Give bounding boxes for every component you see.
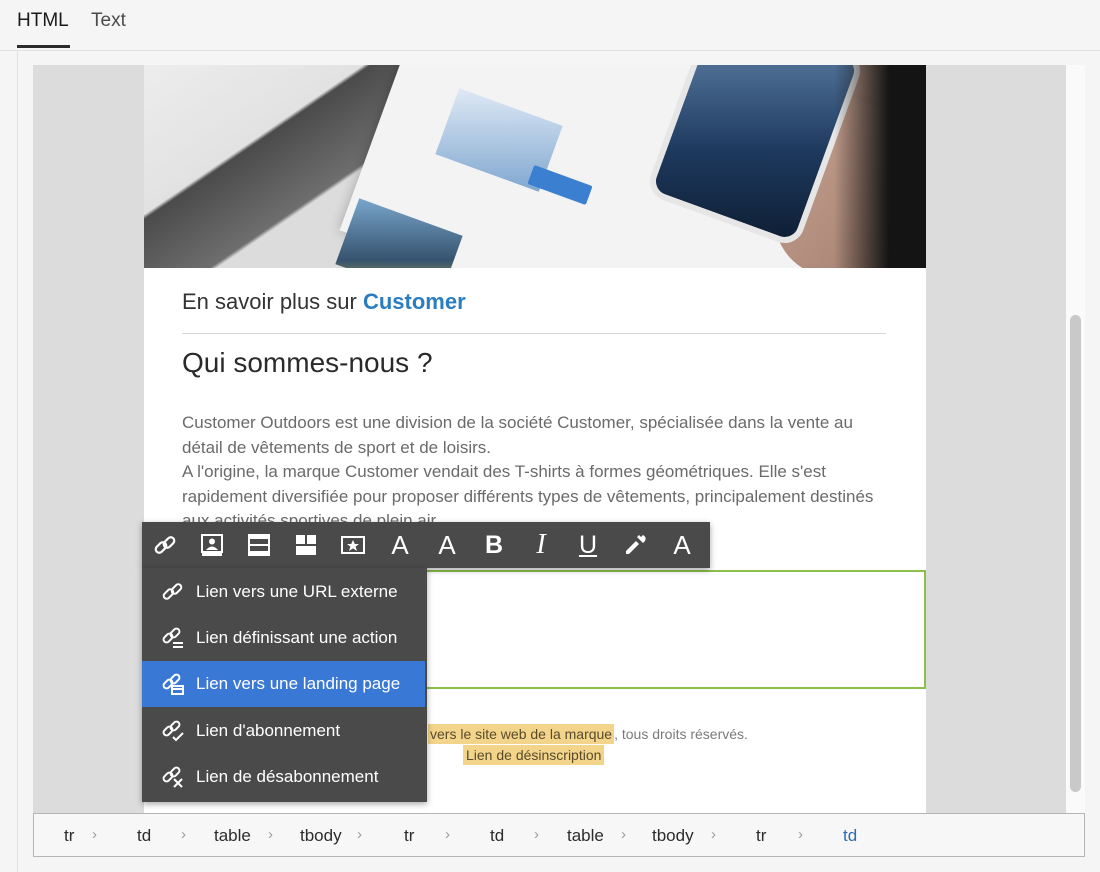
menu-item-label: Lien de désabonnement <box>196 767 379 786</box>
footer-rights: , tous droits réservés. <box>614 726 748 742</box>
scrollbar-thumb[interactable] <box>1070 315 1081 792</box>
learn-more-prefix: En savoir plus sur <box>182 289 363 314</box>
eyedropper-icon[interactable] <box>612 522 658 568</box>
chevron-right-icon: › <box>445 826 450 843</box>
hero-image[interactable] <box>144 65 926 268</box>
menu-item-label: Lien vers une landing page <box>196 674 401 693</box>
breadcrumb-item-td-current[interactable]: td <box>843 826 857 846</box>
editor-tabs: HTML Text <box>0 0 1100 51</box>
footer-unsubscribe-link[interactable]: Lien de désinscription <box>463 745 605 765</box>
link-external-icon <box>160 579 186 605</box>
embedded-image-icon[interactable] <box>330 522 376 568</box>
brand-name: Customer <box>362 289 466 314</box>
learn-more-heading[interactable]: En savoir plus sur Customer <box>182 289 466 315</box>
chevron-right-icon: › <box>181 826 186 843</box>
section-divider <box>182 333 886 334</box>
breadcrumb-item-tr[interactable]: tr <box>64 826 74 846</box>
breadcrumb-item-tr[interactable]: tr <box>404 826 414 846</box>
link-type-menu: Lien vers une URL externe Lien définissa… <box>142 568 427 802</box>
personalization-icon[interactable] <box>189 522 235 568</box>
clear-format-icon[interactable]: A <box>659 522 705 568</box>
menu-item-external-url[interactable]: Lien vers une URL externe <box>142 569 425 615</box>
link-landing-page-icon <box>160 671 186 697</box>
footer-brand-link[interactable]: vers le site web de la marque <box>428 724 615 744</box>
menu-item-unsubscribe[interactable]: Lien de désabonnement <box>142 754 425 800</box>
italic-icon[interactable]: I <box>518 522 564 568</box>
menu-item-label: Lien d'abonnement <box>196 721 341 740</box>
menu-item-landing-page[interactable]: Lien vers une landing page <box>142 661 425 707</box>
menu-item-label: Lien définissant une action <box>196 628 398 647</box>
chevron-right-icon: › <box>92 826 97 843</box>
menu-item-label: Lien vers une URL externe <box>196 582 398 601</box>
breadcrumb-item-table[interactable]: table <box>214 826 251 846</box>
breadcrumb-item-td[interactable]: td <box>490 826 504 846</box>
active-tab-indicator <box>17 45 70 48</box>
bold-icon[interactable]: B <box>471 522 517 568</box>
chevron-right-icon: › <box>798 826 803 843</box>
link-action-icon <box>160 625 186 651</box>
background-color-icon[interactable]: A <box>424 522 470 568</box>
menu-item-action-link[interactable]: Lien définissant une action <box>142 615 425 661</box>
breadcrumb-item-td[interactable]: td <box>137 826 151 846</box>
breadcrumb-item-tr[interactable]: tr <box>756 826 766 846</box>
breadcrumb-item-tbody[interactable]: tbody <box>652 826 694 846</box>
link-unsubscribe-icon <box>160 764 186 790</box>
about-paragraph-1: Customer Outdoors est une division de la… <box>182 413 853 457</box>
element-breadcrumb: tr › td › table › tbody › tr › td › tabl… <box>33 813 1085 857</box>
font-color-icon[interactable]: A <box>377 522 423 568</box>
chevron-right-icon: › <box>268 826 273 843</box>
dynamic-content-icon[interactable] <box>283 522 329 568</box>
chevron-right-icon: › <box>621 826 626 843</box>
link-icon[interactable] <box>142 522 188 568</box>
footer-copyright: vers le site web de la marque, tous droi… <box>428 724 748 744</box>
tab-html[interactable]: HTML <box>17 10 69 32</box>
about-body[interactable]: Customer Outdoors est une division de la… <box>182 411 886 534</box>
tab-text[interactable]: Text <box>91 10 126 32</box>
menu-item-subscribe[interactable]: Lien d'abonnement <box>142 708 425 754</box>
breadcrumb-item-table[interactable]: table <box>567 826 604 846</box>
about-title[interactable]: Qui sommes-nous ? <box>182 347 433 379</box>
format-toolbar: A A B I U A <box>142 522 710 568</box>
breadcrumb-item-tbody[interactable]: tbody <box>300 826 342 846</box>
chevron-right-icon: › <box>711 826 716 843</box>
chevron-right-icon: › <box>534 826 539 843</box>
content-block-icon[interactable] <box>236 522 282 568</box>
chevron-right-icon: › <box>357 826 362 843</box>
underline-icon[interactable]: U <box>565 522 611 568</box>
link-subscribe-icon <box>160 718 186 744</box>
